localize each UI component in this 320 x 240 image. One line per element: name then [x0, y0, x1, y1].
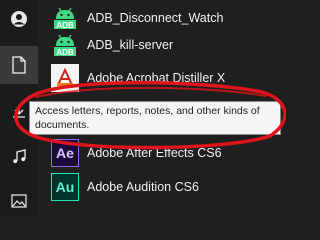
rail-user-button[interactable]	[0, 0, 38, 38]
start-menu: ADB ADB_Disconnect_Watch ADB ADB_kill-se…	[0, 0, 286, 217]
pictures-icon	[11, 194, 27, 208]
documents-tooltip: Access letters, reports, notes, and othe…	[29, 101, 281, 135]
rail-documents-button[interactable]	[0, 46, 38, 84]
acrobat-distiller-icon	[51, 64, 79, 92]
app-label: Adobe Acrobat Distiller X	[87, 71, 226, 85]
download-icon	[13, 105, 25, 118]
rail-music-button[interactable]	[0, 138, 38, 176]
music-icon	[13, 149, 26, 164]
user-icon	[11, 11, 27, 27]
after-effects-icon: Ae	[51, 139, 79, 167]
app-list-item[interactable]: Adobe Acrobat Distiller X	[38, 60, 286, 96]
android-icon: ADB	[51, 31, 79, 59]
app-list-item[interactable]: Au Adobe Audition CS6	[38, 169, 286, 205]
document-icon	[12, 56, 26, 74]
app-list-item[interactable]: ADB ADB_kill-server	[38, 27, 286, 63]
app-label: Adobe Audition CS6	[87, 180, 199, 194]
app-list-item[interactable]: Ae Adobe After Effects CS6	[38, 135, 286, 171]
rail-pictures-button[interactable]	[0, 182, 38, 217]
svg-text:ADB: ADB	[56, 48, 74, 57]
app-label: ADB_kill-server	[87, 38, 174, 52]
app-label: Adobe After Effects CS6	[87, 146, 222, 160]
audition-icon: Au	[51, 173, 79, 201]
